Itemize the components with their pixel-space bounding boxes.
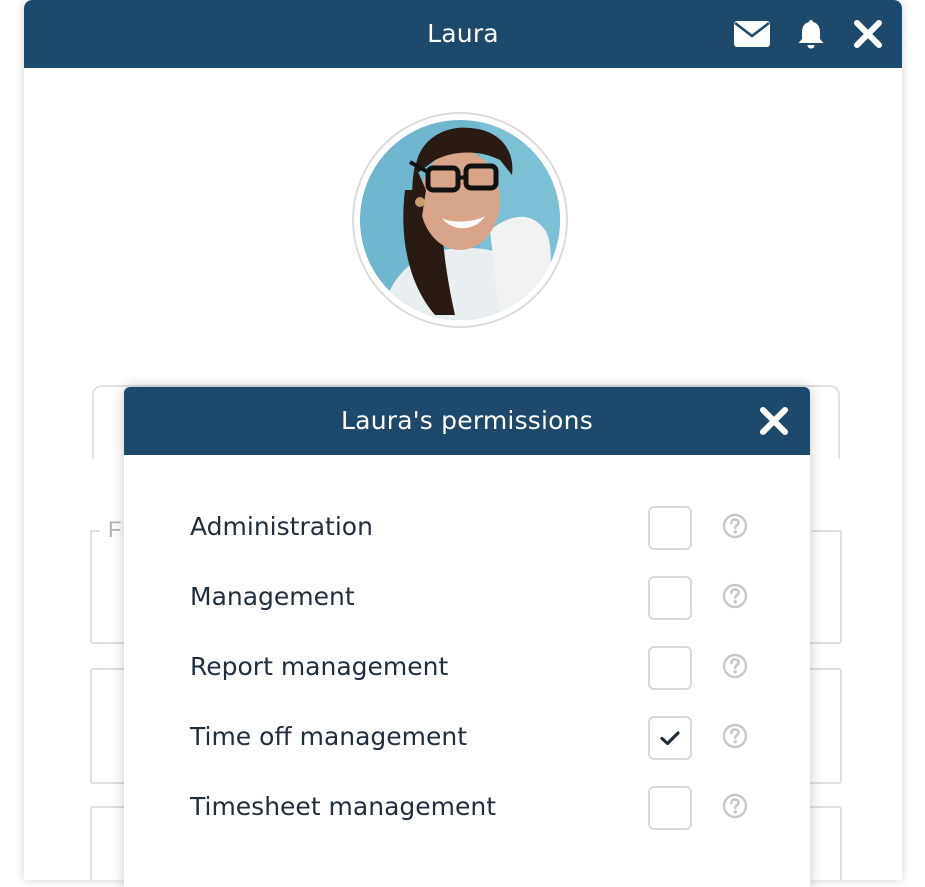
bell-icon[interactable] bbox=[794, 16, 828, 52]
close-icon[interactable] bbox=[850, 16, 886, 52]
permission-checkbox[interactable] bbox=[648, 646, 692, 690]
permission-row-report-management: Report management bbox=[124, 632, 810, 702]
permission-label: Timesheet management bbox=[190, 792, 497, 821]
permission-checkbox[interactable] bbox=[648, 576, 692, 620]
permission-checkbox[interactable] bbox=[648, 716, 692, 760]
permission-row-time-off-management: Time off management bbox=[124, 702, 810, 772]
modal-title: Laura's permissions bbox=[341, 406, 593, 435]
permission-label: Administration bbox=[190, 512, 373, 541]
envelope-icon[interactable] bbox=[732, 16, 772, 52]
avatar-image bbox=[360, 120, 560, 320]
modal-header: Laura's permissions bbox=[124, 387, 810, 455]
profile-header: Laura bbox=[24, 0, 902, 68]
permission-row-administration: Administration bbox=[124, 492, 810, 562]
background-field-label: F bbox=[108, 517, 122, 542]
help-icon[interactable] bbox=[722, 653, 748, 679]
help-icon[interactable] bbox=[722, 583, 748, 609]
help-icon[interactable] bbox=[722, 513, 748, 539]
modal-close-icon[interactable] bbox=[756, 403, 792, 439]
help-icon[interactable] bbox=[722, 793, 748, 819]
permission-list: Administration Management Report managem… bbox=[124, 455, 810, 842]
permission-label: Report management bbox=[190, 652, 449, 681]
permission-label: Time off management bbox=[190, 722, 468, 751]
permission-checkbox[interactable] bbox=[648, 506, 692, 550]
avatar-frame bbox=[352, 112, 568, 328]
checkmark-icon bbox=[660, 731, 680, 746]
permission-row-management: Management bbox=[124, 562, 810, 632]
permission-label: Management bbox=[190, 582, 355, 611]
permissions-modal: Laura's permissions Administration Manag… bbox=[124, 387, 810, 887]
permission-row-timesheet-management: Timesheet management bbox=[124, 772, 810, 842]
permission-checkbox[interactable] bbox=[648, 786, 692, 830]
avatar[interactable] bbox=[360, 120, 560, 320]
help-icon[interactable] bbox=[722, 723, 748, 749]
